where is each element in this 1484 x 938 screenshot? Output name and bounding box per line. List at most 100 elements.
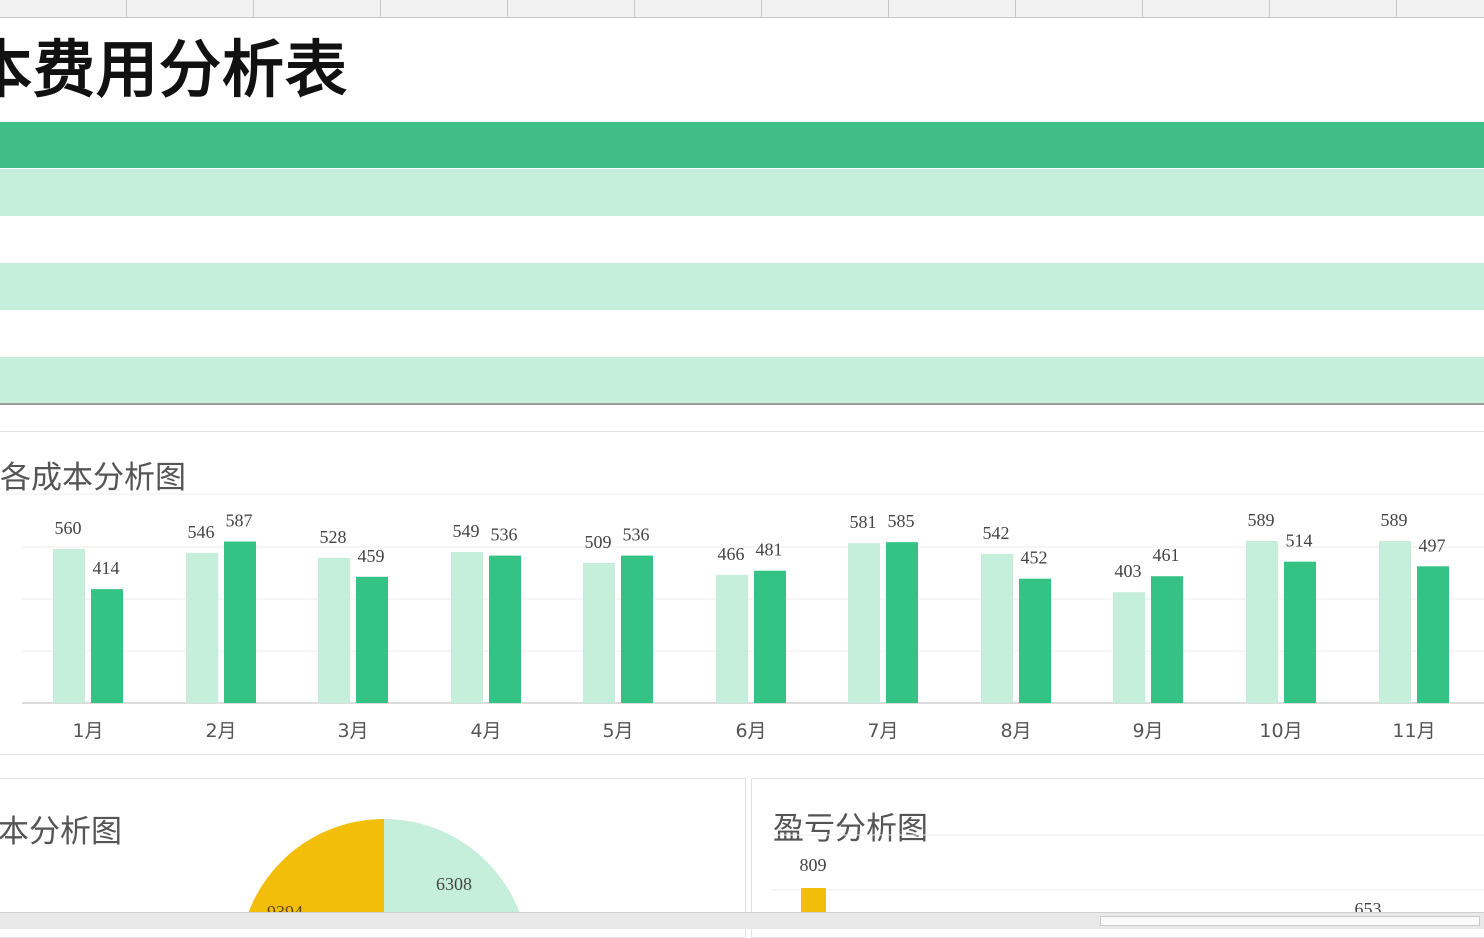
- table-cell: [391, 310, 501, 357]
- pie-slice: [384, 819, 520, 912]
- table-cell: [898, 310, 1008, 357]
- column-header-h[interactable]: [508, 0, 635, 17]
- bar: [583, 563, 615, 703]
- bar: [1417, 566, 1449, 703]
- bar-data-label: 459: [358, 546, 385, 566]
- column-header-g[interactable]: [381, 0, 508, 17]
- table-cell: [517, 216, 627, 263]
- x-tick-label: 10月: [1259, 720, 1302, 742]
- table-cell: [10, 169, 120, 216]
- table-cell: [644, 169, 754, 216]
- table-cell: [137, 357, 247, 404]
- pie-data-label: 9394: [267, 902, 303, 912]
- bar: [716, 574, 748, 703]
- bar: [981, 553, 1013, 703]
- bar: [186, 552, 218, 703]
- scrollbar-thumb[interactable]: [1100, 916, 1480, 926]
- bar-data-label: 403: [1115, 561, 1142, 581]
- bar-data-label: 509: [585, 532, 612, 552]
- column-header-j[interactable]: [762, 0, 889, 17]
- column-header-o[interactable]: [1397, 0, 1484, 17]
- bar-data-label: 481: [756, 540, 783, 560]
- table-cell: [137, 169, 247, 216]
- bar-data-label: 542: [983, 523, 1010, 543]
- table-cell: [1152, 169, 1262, 216]
- table-header-cell: [391, 122, 501, 168]
- table-cell: [644, 310, 754, 357]
- table-cell: [264, 263, 374, 310]
- table-header-row: [0, 122, 1484, 168]
- bar: [1246, 541, 1278, 703]
- table-cell: [1279, 310, 1389, 357]
- table-cell: [644, 357, 754, 404]
- table-cell: [10, 310, 120, 357]
- column-header-i[interactable]: [635, 0, 762, 17]
- x-tick-label: 7月: [867, 720, 898, 742]
- table-row: [0, 169, 1484, 216]
- profit-loss-chart: 809 653: [771, 834, 1484, 912]
- column-header-l[interactable]: [1016, 0, 1143, 17]
- horizontal-scrollbar[interactable]: [0, 912, 1484, 929]
- table-header-cell: [898, 122, 1008, 168]
- bar-data-label: 546: [188, 522, 215, 542]
- bar-data-label: 461: [1153, 545, 1180, 565]
- bar-data-label: 497: [1419, 535, 1446, 555]
- cost-bar-chart: 560 414 1月 546 587 2月 528 459 3月 549 536 4月 509 536 5月…: [0, 493, 1484, 742]
- column-header-bar: [0, 0, 1484, 18]
- table-cell: [10, 263, 120, 310]
- table-cell: [264, 357, 374, 404]
- table-cell: [391, 263, 501, 310]
- bar-data-label: 589: [1381, 510, 1408, 530]
- table-header-cell: [1025, 122, 1135, 168]
- table-cell: [1405, 169, 1484, 216]
- table-cell: [1025, 310, 1135, 357]
- bar-data-label: 560: [55, 518, 82, 538]
- x-tick-label: 6月: [735, 720, 766, 742]
- pie-slice: [248, 819, 384, 912]
- x-tick-label: 9月: [1132, 720, 1163, 742]
- table-cell: [1405, 310, 1484, 357]
- table-cell: [391, 169, 501, 216]
- table-row: [0, 357, 1484, 404]
- table-cell: [1405, 263, 1484, 310]
- table-cell: [1152, 216, 1262, 263]
- column-header-m[interactable]: [1143, 0, 1270, 17]
- bar-data-label: 514: [1286, 531, 1313, 551]
- column-header-e[interactable]: [127, 0, 254, 17]
- column-header-f[interactable]: [254, 0, 381, 17]
- bar: [848, 543, 880, 703]
- cost-pie-chart: 9394 6308: [248, 819, 520, 912]
- table-cell: [770, 216, 880, 263]
- bar: [1284, 561, 1316, 703]
- bar: [91, 589, 123, 703]
- bar-data-label: 809: [800, 855, 827, 875]
- bar: [621, 555, 653, 703]
- column-header-n[interactable]: [1270, 0, 1397, 17]
- table-cell: [10, 216, 120, 263]
- table-cell: [1025, 169, 1135, 216]
- table-cell: [1279, 263, 1389, 310]
- bar-data-label: 536: [623, 525, 650, 545]
- bar: [886, 542, 918, 703]
- sheet-title: 本费用分析表: [0, 33, 349, 106]
- table-cell: [770, 169, 880, 216]
- table-header-cell: [264, 122, 374, 168]
- table-header-cell: [770, 122, 880, 168]
- bar-data-label: 466: [718, 544, 745, 564]
- column-header-d[interactable]: [0, 0, 127, 17]
- table-cell: [391, 357, 501, 404]
- bar: [1113, 592, 1145, 703]
- table-header-cell: [1152, 122, 1262, 168]
- x-tick-label: 11月: [1392, 720, 1435, 742]
- table-cell: [10, 357, 120, 404]
- table-header-cell: [10, 122, 120, 168]
- x-tick-label: 5月: [602, 720, 633, 742]
- bar: [489, 555, 521, 703]
- table-cell: [1025, 216, 1135, 263]
- table-cell: [517, 310, 627, 357]
- table-cell: [770, 357, 880, 404]
- table-cell: [770, 310, 880, 357]
- column-header-k[interactable]: [889, 0, 1016, 17]
- table-header-cell: [1405, 122, 1484, 168]
- bar: [1019, 578, 1051, 703]
